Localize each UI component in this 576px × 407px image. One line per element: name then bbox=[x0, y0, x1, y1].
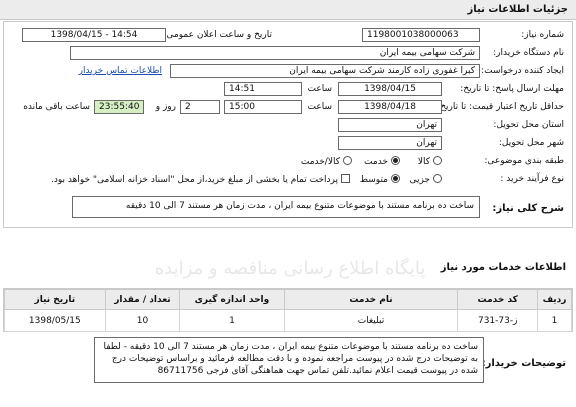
cell-service-code: ز-73-731 bbox=[457, 309, 539, 332]
creator-label: ایجاد کننده درخواست: bbox=[481, 66, 564, 76]
process-option-minor[interactable]: جزیی bbox=[409, 174, 442, 185]
row-city: شهر محل تحویل: تهران bbox=[4, 134, 572, 152]
send-deadline-time-label: ساعت bbox=[307, 84, 333, 94]
buyer-label: نام دستگاه خریدار: bbox=[493, 48, 564, 58]
row-validity: حداقل تاریخ اعتبار قیمت: تا تاریخ: 1398/… bbox=[4, 98, 572, 116]
validity-date-field[interactable]: 1398/04/18 bbox=[338, 100, 442, 114]
col-header-quantity: تعداد / مقدار bbox=[104, 289, 181, 310]
row-process: نوع فرآیند خرید : جزیی متوسط پرداخت تمام… bbox=[4, 170, 572, 188]
category-option-goods[interactable]: کالا bbox=[418, 156, 442, 167]
process-label: نوع فرآیند خرید : bbox=[500, 174, 564, 184]
services-table-wrap: ردیف کد خدمت نام خدمت واحد اندازه گیری ت… bbox=[3, 288, 573, 332]
radio-icon bbox=[343, 156, 352, 165]
city-label: شهر محل تحویل: bbox=[498, 138, 564, 148]
need-details-panel: شماره نیاز: 1198001038000063 تاریخ و ساع… bbox=[3, 21, 573, 228]
province-label: استان محل تحویل: bbox=[493, 120, 564, 130]
col-header-service-name: نام خدمت bbox=[283, 289, 459, 310]
radio-icon bbox=[433, 156, 442, 165]
row-buyer: نام دستگاه خریدار: شرکت سهامی بیمه ایران bbox=[4, 44, 572, 62]
treasury-payment-option[interactable]: پرداخت تمام یا بخشی از مبلغ خرید،از محل … bbox=[51, 174, 350, 185]
cell-service-name: تبلیغات bbox=[283, 309, 459, 332]
send-deadline-time-field[interactable]: 14:51 bbox=[224, 82, 302, 96]
radio-selected-icon bbox=[391, 156, 400, 165]
row-category: طبقه بندی موضوعی: کالا خدمت کالا/خدمت bbox=[4, 152, 572, 170]
province-field[interactable]: تهران bbox=[338, 118, 442, 132]
row-province: استان محل تحویل: تهران bbox=[4, 116, 572, 134]
days-label: روز و bbox=[155, 102, 176, 112]
radio-selected-icon bbox=[391, 174, 400, 183]
validity-time-field[interactable]: 15:00 bbox=[224, 100, 302, 114]
validity-label: حداقل تاریخ اعتبار قیمت: تا تاریخ: bbox=[437, 102, 564, 112]
need-number-field[interactable]: 1198001038000063 bbox=[362, 28, 480, 42]
row-creator: ایجاد کننده درخواست: کبرا غفوری زاده کار… bbox=[4, 62, 572, 80]
table-header-row: ردیف کد خدمت نام خدمت واحد اندازه گیری ت… bbox=[4, 289, 572, 310]
remaining-time-field: 23:55:40 bbox=[94, 100, 144, 114]
col-header-service-code: کد خدمت bbox=[457, 289, 539, 310]
row-need-number: شماره نیاز: 1198001038000063 تاریخ و ساع… bbox=[4, 26, 572, 44]
summary-text: ساخت ده برنامه مستند با موضوعات متنوع بی… bbox=[72, 196, 480, 218]
category-option-service[interactable]: خدمت bbox=[364, 156, 400, 167]
cell-unit: 1 bbox=[179, 309, 285, 332]
creator-field[interactable]: کبرا غفوری زاده کارمند شرکت سهامی بیمه ا… bbox=[170, 64, 480, 78]
cell-need-date: 1398/05/15 bbox=[4, 309, 106, 332]
watermark-text: پایگاه اطلاع رسانی مناقصه و مزایده bbox=[154, 258, 426, 279]
process-option-medium[interactable]: متوسط bbox=[360, 174, 400, 185]
cell-quantity: 10 bbox=[104, 309, 181, 332]
category-option-goods-service[interactable]: کالا/خدمت bbox=[301, 156, 352, 167]
cell-row-number: 1 bbox=[537, 309, 572, 332]
services-table: ردیف کد خدمت نام خدمت واحد اندازه گیری ت… bbox=[4, 289, 572, 332]
page-header: جزئیات اطلاعات نیاز bbox=[0, 0, 576, 20]
checkbox-icon bbox=[341, 174, 350, 183]
announce-label: تاریخ و ساعت اعلان عمومی: bbox=[163, 30, 272, 40]
buyer-contact-link[interactable]: اطلاعات تماس خریدار bbox=[79, 66, 162, 76]
buyer-name-field[interactable]: شرکت سهامی بیمه ایران bbox=[70, 46, 480, 60]
send-deadline-date-field[interactable]: 1398/04/15 bbox=[338, 82, 442, 96]
remaining-days-field: 2 bbox=[180, 100, 220, 114]
summary-title: شرح کلی نیاز: bbox=[492, 203, 564, 214]
city-field[interactable]: تهران bbox=[338, 136, 442, 150]
buyer-notes-text: ساخت ده برنامه مستند با موضوعات متنوع بی… bbox=[94, 337, 484, 383]
services-title: اطلاعات خدمات مورد نیاز bbox=[440, 262, 566, 273]
page-title: جزئیات اطلاعات نیاز bbox=[467, 4, 568, 15]
category-label: طبقه بندی موضوعی: bbox=[484, 156, 564, 166]
col-header-row-number: ردیف bbox=[537, 289, 572, 310]
row-send-deadline: مهلت ارسال پاسخ: تا تاریخ: 1398/04/15 سا… bbox=[4, 80, 572, 98]
send-deadline-label: مهلت ارسال پاسخ: تا تاریخ: bbox=[460, 84, 564, 94]
validity-time-label: ساعت bbox=[307, 102, 333, 112]
buyer-notes-title: توضیحات خریدار: bbox=[481, 358, 566, 369]
table-row[interactable]: 1 ز-73-731 تبلیغات 1 10 1398/05/15 bbox=[4, 309, 572, 332]
col-header-need-date: تاریخ نیاز bbox=[4, 289, 106, 310]
announce-datetime-field[interactable]: 1398/04/15 - 14:54 bbox=[22, 28, 166, 42]
col-header-unit: واحد اندازه گیری bbox=[179, 289, 285, 310]
need-number-label: شماره نیاز: bbox=[521, 30, 564, 40]
remaining-time-label: ساعت باقی مانده bbox=[23, 102, 90, 112]
radio-icon bbox=[433, 174, 442, 183]
